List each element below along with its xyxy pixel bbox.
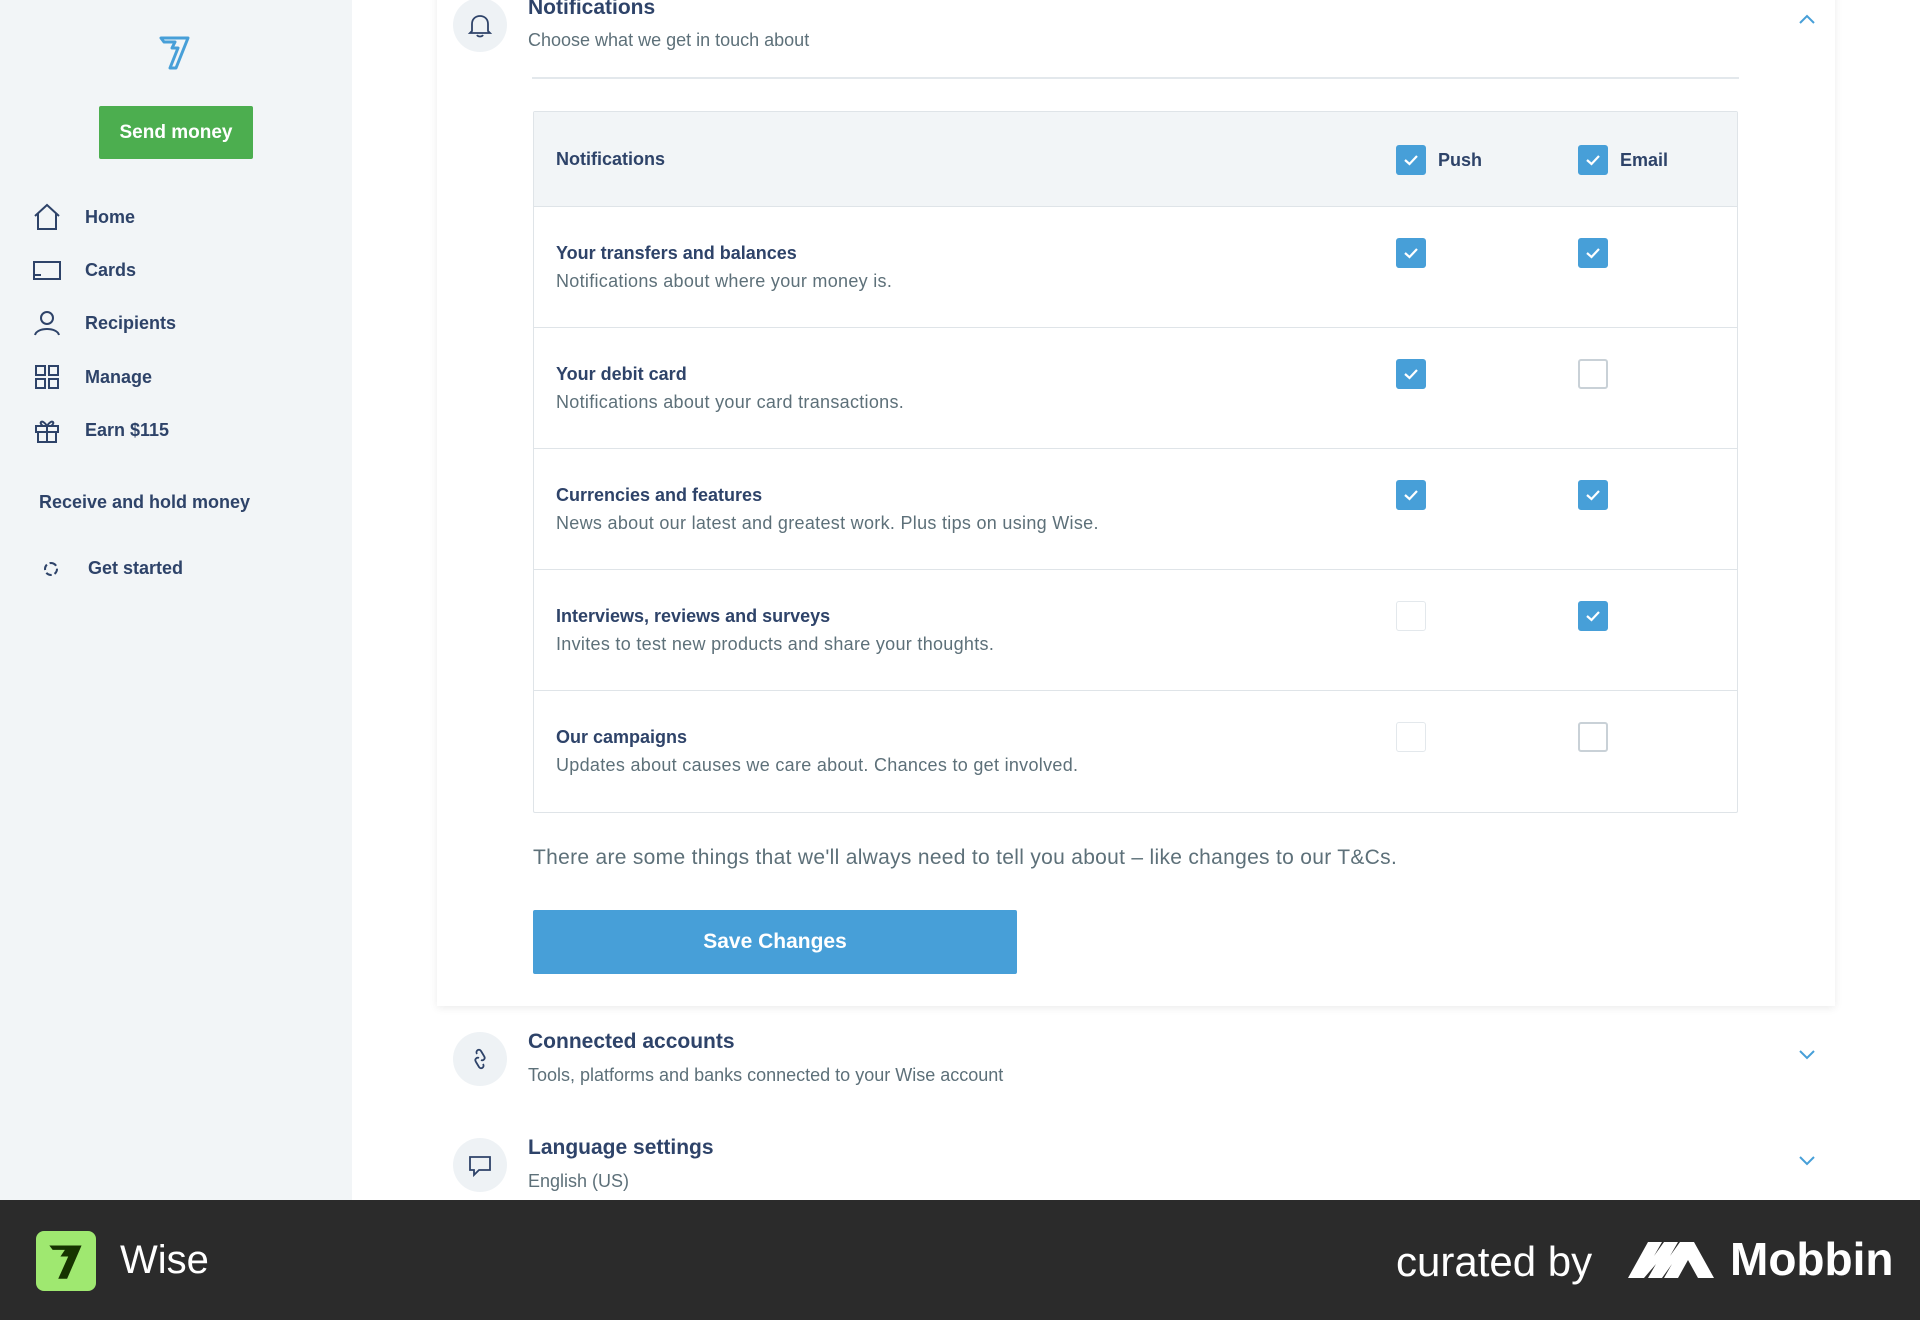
bell-icon	[467, 15, 493, 38]
sidebar-item-manage[interactable]: Manage	[32, 357, 152, 397]
connected-accounts-title[interactable]: Connected accounts	[528, 1030, 735, 1054]
table-row: Your transfers and balances Notification…	[534, 207, 1737, 328]
chevron-up-icon[interactable]	[1797, 12, 1817, 26]
push-all-checkbox[interactable]	[1396, 145, 1426, 175]
email-column-header[interactable]: Email	[1578, 145, 1668, 175]
card-icon	[33, 261, 61, 280]
email-all-checkbox[interactable]	[1578, 145, 1608, 175]
chevron-down-icon[interactable]	[1797, 1153, 1817, 1167]
table-row: Interviews, reviews and surveys Invites …	[534, 570, 1737, 691]
sidebar-item-home[interactable]: Home	[32, 197, 135, 237]
email-checkbox[interactable]	[1578, 359, 1608, 389]
wise-app-icon	[36, 1231, 96, 1291]
send-money-button[interactable]: Send money	[99, 106, 253, 159]
row-title: Interviews, reviews and surveys	[556, 606, 831, 626]
push-checkbox[interactable]	[1396, 359, 1426, 389]
chevron-down-icon[interactable]	[1797, 1047, 1817, 1061]
notifications-subtitle: Choose what we get in touch about	[528, 30, 810, 50]
email-column-label: Email	[1620, 149, 1669, 170]
gift-icon	[35, 420, 59, 443]
push-checkbox[interactable]	[1396, 238, 1426, 268]
connected-accounts-subtitle: Tools, platforms and banks connected to …	[528, 1065, 1004, 1085]
push-column-header[interactable]: Push	[1396, 145, 1482, 175]
sidebar-item-label: Cards	[85, 259, 137, 280]
language-settings-subtitle: English (US)	[528, 1171, 630, 1191]
language-settings-title[interactable]: Language settings	[528, 1136, 714, 1160]
check-icon	[1586, 490, 1600, 501]
check-icon	[1586, 611, 1600, 622]
sidebar-item-cards[interactable]: Cards	[32, 250, 136, 290]
sidebar-item-label: Recipients	[85, 312, 177, 333]
mobbin-wordmark: Mobbin	[1730, 1233, 1894, 1285]
sidebar-item-recipients[interactable]: Recipients	[32, 303, 176, 343]
row-title: Your debit card	[556, 364, 687, 384]
table-header: Notifications Push Email	[534, 112, 1737, 207]
get-started-label: Get started	[88, 558, 184, 578]
row-title: Your transfers and balances	[556, 243, 797, 263]
email-checkbox[interactable]	[1578, 480, 1608, 510]
notifications-section-icon	[453, 0, 507, 52]
receive-hold-heading: Receive and hold money	[39, 492, 251, 512]
row-title: Our campaigns	[556, 727, 688, 747]
progress-ring-icon	[44, 561, 58, 576]
curated-by-label: curated by	[1396, 1238, 1593, 1285]
home-icon	[34, 203, 60, 230]
wise-logo-icon[interactable]	[158, 34, 194, 70]
push-checkbox[interactable]	[1396, 722, 1426, 752]
recipients-icon	[34, 311, 60, 336]
sidebar-item-earn[interactable]: Earn $115	[32, 410, 169, 450]
check-icon	[1404, 155, 1418, 166]
check-icon	[1586, 155, 1600, 166]
email-checkbox[interactable]	[1578, 601, 1608, 631]
get-started-link[interactable]: Get started	[44, 558, 183, 579]
row-description: Notifications about where your money is.	[556, 271, 893, 291]
sidebar-item-label: Manage	[85, 366, 153, 387]
table-header-label: Notifications	[556, 149, 666, 169]
row-description: Notifications about your card transactio…	[556, 392, 905, 412]
link-icon	[474, 1048, 486, 1070]
row-description: News about our latest and greatest work.…	[556, 513, 1099, 533]
check-icon	[1404, 490, 1418, 501]
table-row: Your debit card Notifications about your…	[534, 328, 1737, 449]
row-title: Currencies and features	[556, 485, 763, 505]
notifications-table: Notifications Push Email Your transfers …	[533, 111, 1738, 813]
sidebar-item-label: Home	[85, 206, 136, 227]
check-icon	[1404, 248, 1418, 259]
check-icon	[1404, 369, 1418, 380]
sidebar-item-label: Earn $115	[85, 419, 170, 440]
row-description: Updates about causes we care about. Chan…	[556, 755, 1079, 775]
language-section-icon	[453, 1138, 507, 1192]
section-divider	[532, 77, 1739, 79]
row-description: Invites to test new products and share y…	[556, 634, 995, 654]
email-checkbox[interactable]	[1578, 238, 1608, 268]
chat-icon	[469, 1156, 491, 1178]
push-checkbox[interactable]	[1396, 480, 1426, 510]
connected-section-icon	[453, 1032, 507, 1086]
check-icon	[1586, 248, 1600, 259]
push-checkbox[interactable]	[1396, 601, 1426, 631]
table-row: Our campaigns Updates about causes we ca…	[534, 691, 1737, 812]
email-checkbox[interactable]	[1578, 722, 1608, 752]
app-name: Wise	[120, 1238, 209, 1282]
grid-icon	[35, 365, 59, 389]
wise-flag-icon	[49, 1245, 82, 1279]
sidebar: Send money Home Cards Recipients Manage …	[0, 0, 352, 1200]
push-column-label: Push	[1438, 149, 1483, 170]
footer-banner: Wise curated by Mobbin	[0, 1200, 1920, 1320]
notifications-title: Notifications	[528, 0, 656, 19]
legal-note: There are some things that we'll always …	[533, 846, 1398, 869]
table-row: Currencies and features News about our l…	[534, 449, 1737, 570]
save-changes-button[interactable]: Save Changes	[533, 910, 1017, 974]
mobbin-logo-icon	[1628, 1242, 1714, 1278]
